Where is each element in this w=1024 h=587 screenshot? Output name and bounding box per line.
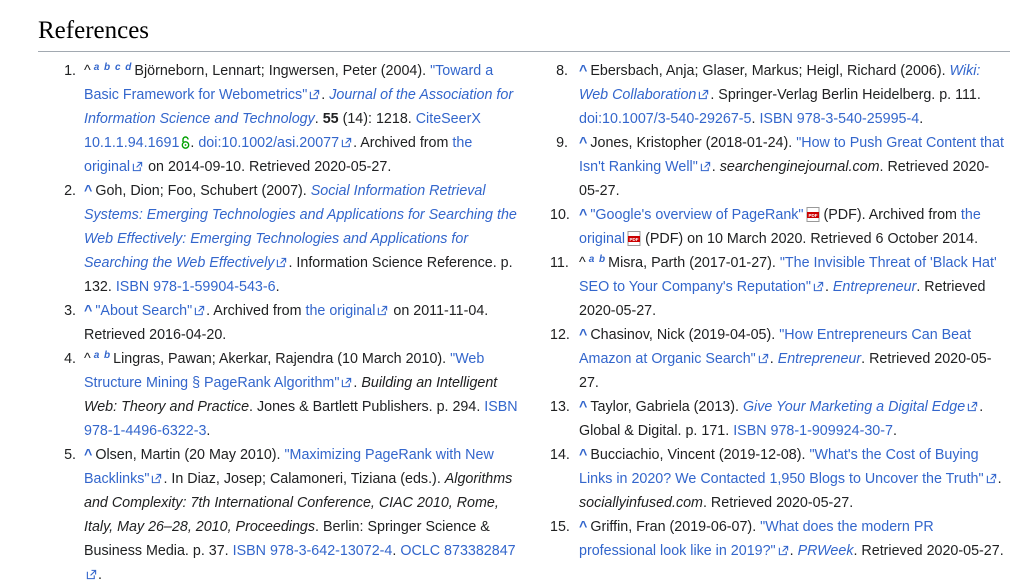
reference-number: 10. — [550, 207, 570, 223]
external-link-icon — [778, 545, 788, 556]
doi-link[interactable]: doi:10.1002/asi.20077 — [198, 135, 339, 151]
citation-link[interactable]: "About Search" — [95, 303, 192, 319]
backlink-letters[interactable]: a b — [94, 350, 110, 361]
reference-number: 2. — [64, 183, 76, 199]
external-link-icon — [341, 137, 352, 148]
backlink-caret[interactable]: ^ — [579, 207, 587, 223]
section-heading: References — [38, 17, 150, 44]
reference-number: 4. — [64, 351, 76, 367]
reference-number: 5. — [64, 447, 76, 463]
reference-item: 4. ^ a b Lingras, Pawan; Akerkar, Rajendra … — [62, 347, 522, 443]
reference-number: 14. — [550, 447, 570, 463]
heading-divider — [38, 51, 1010, 52]
svg-text:PDF: PDF — [808, 213, 817, 218]
backlink-caret[interactable]: ^ — [579, 519, 587, 535]
external-link-icon — [132, 161, 143, 172]
reference-number: 13. — [550, 399, 570, 415]
backlink-caret[interactable]: ^ — [84, 447, 92, 463]
backlink-letters[interactable]: a b c d — [94, 62, 132, 73]
isbn-link[interactable]: ISBN 978-1-909924-30-7 — [733, 423, 893, 439]
external-link-icon — [758, 353, 768, 364]
external-link-icon — [968, 401, 978, 412]
reference-item: 8. ^ Ebersbach, Anja; Glaser, Markus; Heig… — [556, 59, 1006, 131]
reference-number: 9. — [556, 135, 568, 151]
external-link-icon — [152, 473, 162, 484]
pdf-icon: PDF — [627, 231, 641, 246]
reference-item: 13. ^ Taylor, Gabriela (2013). Give Your M… — [550, 395, 1006, 443]
backlink-caret[interactable]: ^ — [579, 135, 587, 151]
isbn-link[interactable]: ISBN 978-3-540-25995-4 — [759, 111, 919, 127]
isbn-link[interactable]: ISBN 978-1-59904-543-6 — [116, 279, 276, 295]
backlink-caret[interactable]: ^ — [579, 63, 587, 79]
external-link-icon — [813, 281, 824, 292]
doi-link[interactable]: doi:10.1007/3-540-29267-5 — [579, 111, 752, 127]
backlink-caret[interactable]: ^ — [579, 447, 587, 463]
reference-item: 12. ^ Chasinov, Nick (2019-04-05). "How En… — [550, 323, 1006, 395]
backlink-caret[interactable]: ^ — [84, 183, 92, 199]
reference-item: 2. ^ Goh, Dion; Foo, Schubert (2007). Soci… — [62, 179, 522, 299]
reference-item: 3. ^ "About Search". Archived from the ori… — [62, 299, 522, 347]
website-name: sociallyinfused.com — [579, 495, 703, 511]
reference-item: 10. ^ "Google's overview of PageRank" PDF (… — [550, 203, 1006, 251]
backlink-caret: ^ — [579, 255, 586, 271]
backlink-caret: ^ — [84, 63, 91, 79]
backlink-caret[interactable]: ^ — [84, 303, 92, 319]
archive-link[interactable]: the original — [305, 303, 375, 319]
external-link-icon — [194, 305, 205, 316]
volume: 55 — [322, 111, 339, 127]
citation-text: Björneborn, Lennart; Ingwersen, Peter (2… — [134, 63, 431, 79]
publication-link[interactable]: Entrepreneur — [778, 351, 861, 367]
external-link-icon — [986, 473, 996, 484]
publication-link[interactable]: Entrepreneur — [833, 279, 916, 295]
references-list-left: 1. ^ a b c d Björneborn, Lennart; Ingwersen… — [62, 59, 522, 587]
reference-item: 11. ^ a b Misra, Parth (2017-01-27). "The I… — [550, 251, 1006, 323]
reference-number: 3. — [64, 303, 76, 319]
oclc-link[interactable]: OCLC 873382847 — [400, 543, 515, 559]
publication-link[interactable]: PRWeek — [798, 543, 854, 559]
external-link-icon — [699, 89, 709, 100]
reference-number: 8. — [556, 63, 568, 79]
backlink-letters[interactable]: a b — [589, 254, 605, 265]
backlink-caret: ^ — [84, 351, 91, 367]
isbn-link[interactable]: ISBN 978-3-642-13072-4 — [233, 543, 393, 559]
reference-number: 12. — [550, 327, 570, 343]
website-name: searchenginejournal.com — [719, 159, 880, 175]
reference-number: 11. — [550, 255, 569, 271]
pdf-icon: PDF — [806, 207, 820, 222]
reference-item: 14. ^ Bucciachio, Vincent (2019-12-08). "W… — [550, 443, 1006, 515]
reference-item: 9. ^ Jones, Kristopher (2018-01-24). "How … — [556, 131, 1006, 203]
external-link-icon — [310, 89, 320, 100]
external-link-icon — [342, 377, 352, 388]
external-link-icon — [700, 161, 710, 172]
reference-item: 5. ^ Olsen, Martin (20 May 2010). "Maximiz… — [62, 443, 522, 587]
citation-link[interactable]: "Google's overview of PageRank" — [590, 207, 803, 223]
reference-number: 15. — [550, 519, 570, 535]
svg-text:PDF: PDF — [630, 237, 639, 242]
backlink-caret[interactable]: ^ — [579, 327, 587, 343]
backlink-caret[interactable]: ^ — [579, 399, 587, 415]
external-link-icon — [277, 257, 287, 268]
references-list-right: 8. ^ Ebersbach, Anja; Glaser, Markus; Heig… — [550, 59, 1006, 563]
external-link-icon — [86, 569, 97, 580]
reference-item: 15. ^ Griffin, Fran (2019-06-07). "What do… — [550, 515, 1006, 563]
reference-item: 1. ^ a b c d Björneborn, Lennart; Ingwersen… — [62, 59, 522, 179]
external-link-icon — [378, 305, 388, 316]
citation-link[interactable]: Give Your Marketing a Digital Edge — [743, 399, 965, 415]
reference-number: 1. — [64, 63, 76, 79]
